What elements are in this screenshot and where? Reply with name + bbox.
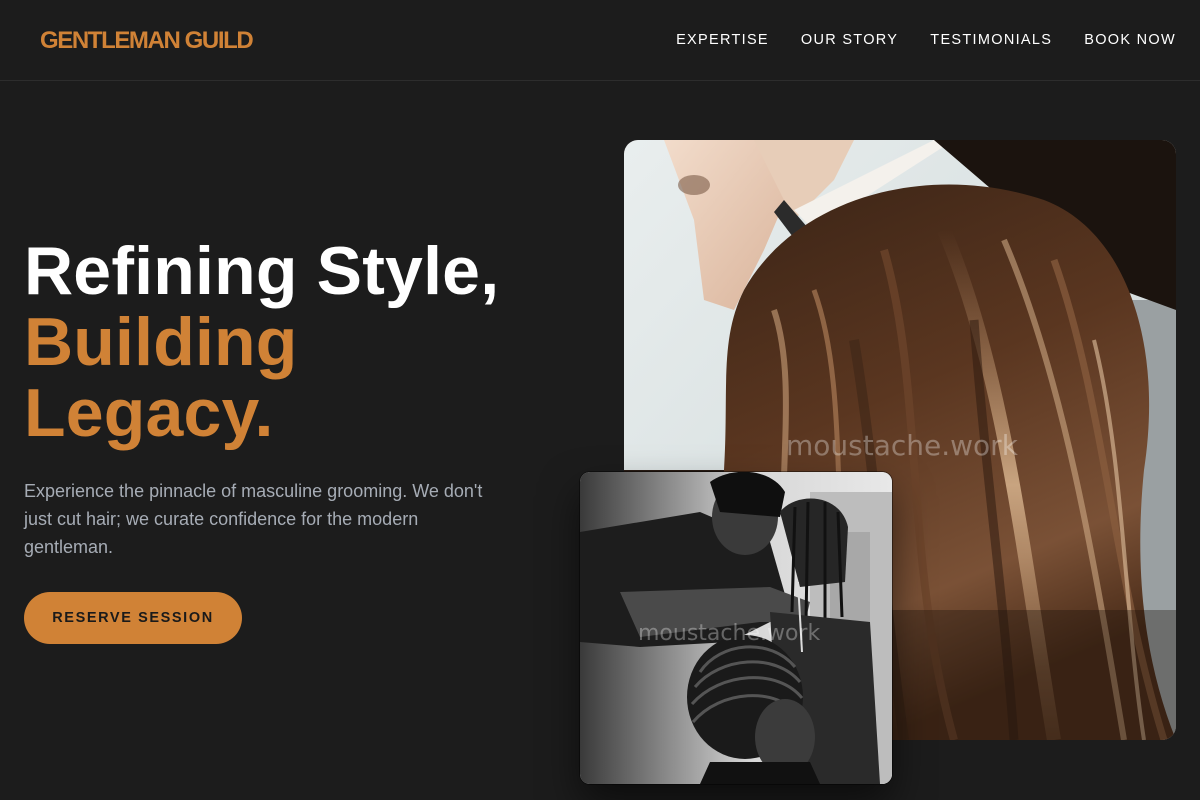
hero-title-line-2: Building (24, 304, 298, 380)
hero-title-line-1: Refining Style, (24, 233, 500, 309)
nav-link-book-now[interactable]: BOOK NOW (1084, 31, 1176, 49)
svg-text:moustache.work: moustache.work (786, 429, 1019, 462)
hero-subtitle: Experience the pinnacle of masculine gro… (24, 481, 483, 557)
braiding-photo: moustache.work (580, 472, 892, 784)
main-nav: EXPERTISE OUR STORY TESTIMONIALS BOOK NO… (676, 31, 1176, 49)
hero-secondary-photo: moustache.work (580, 472, 892, 784)
nav-link-expertise[interactable]: EXPERTISE (676, 31, 769, 49)
nav-link-our-story[interactable]: OUR STORY (801, 31, 898, 49)
site-header: GENTLEMAN GUILD EXPERTISE OUR STORY TEST… (0, 0, 1200, 81)
svg-text:moustache.work: moustache.work (638, 621, 820, 646)
brand-logo[interactable]: GENTLEMAN GUILD (40, 27, 254, 55)
hero-title-line-3: Legacy. (24, 375, 274, 451)
hero-title: Refining Style, Building Legacy. (24, 236, 499, 449)
nav-link-testimonials[interactable]: TESTIMONIALS (930, 31, 1052, 49)
reserve-session-button[interactable]: RESERVE SESSION (24, 592, 242, 644)
